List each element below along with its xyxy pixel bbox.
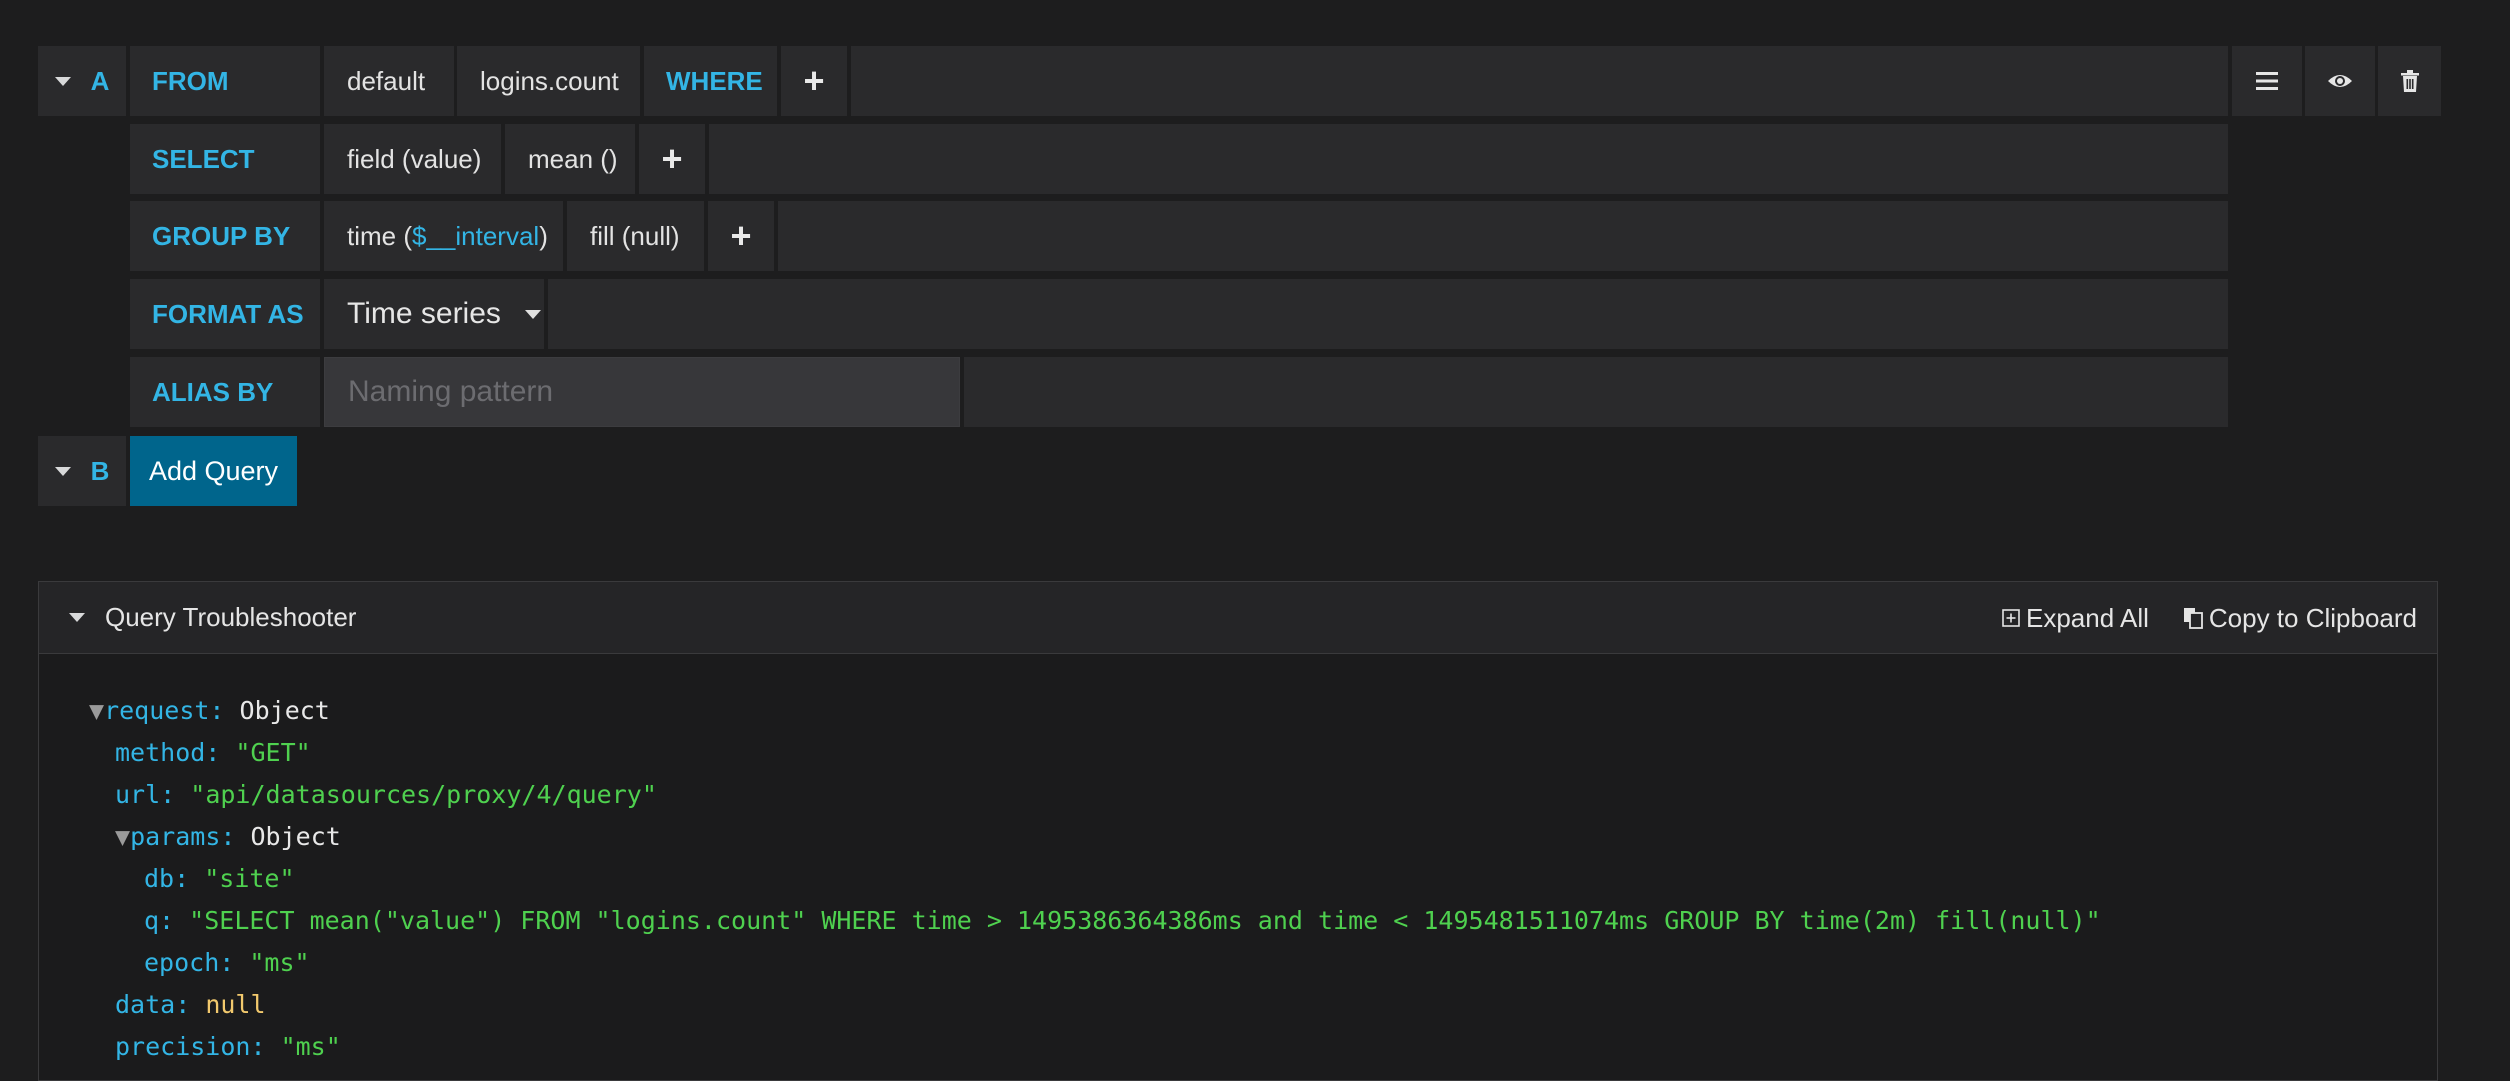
select-row-filler — [709, 124, 2228, 194]
format-row-filler — [548, 279, 2228, 349]
caret-down-icon — [54, 76, 71, 86]
tree-key: request: — [104, 696, 225, 725]
tree-key: data: — [115, 990, 191, 1019]
alias-by-keyword: ALIAS BY — [130, 357, 320, 427]
tree-value: "api/datasources/proxy/4/query" — [190, 780, 657, 809]
group-time-prefix: time ( — [347, 220, 412, 251]
select-keyword: SELECT — [130, 124, 320, 194]
query-a-ref-id: A — [90, 65, 110, 96]
from-row-filler — [851, 46, 2228, 116]
expanded-triangle-icon[interactable]: ▼ — [89, 696, 104, 725]
interval-variable: $__interval — [412, 220, 540, 251]
clipboard-icon — [2183, 608, 2203, 629]
eye-icon — [2328, 75, 2352, 87]
tree-line-epoch: epoch: "ms" — [89, 942, 2101, 984]
tree-value: "site" — [204, 864, 295, 893]
add-where-button[interactable]: + — [781, 46, 847, 116]
group-by-keyword: GROUP BY — [130, 201, 320, 271]
caret-down-icon — [69, 613, 85, 622]
format-as-keyword: FORMAT AS — [130, 279, 320, 349]
tree-line-db: db: "site" — [89, 858, 2101, 900]
hamburger-icon — [2256, 72, 2278, 90]
query-b-ref-id: B — [90, 455, 110, 486]
group-by-row-filler — [778, 201, 2228, 271]
tree-line-q: q: "SELECT mean("value") FROM "logins.co… — [89, 900, 2101, 942]
expand-all-label: Expand All — [2026, 602, 2149, 633]
tree-value: "ms" — [280, 1032, 341, 1061]
tree-key: q: — [144, 906, 175, 935]
copy-to-clipboard-button[interactable]: Copy to Clipboard — [2183, 603, 2417, 634]
measurement-segment[interactable]: logins.count — [457, 46, 640, 116]
tree-key: url: — [115, 780, 176, 809]
tree-line-request[interactable]: ▼request: Object — [89, 690, 2101, 732]
plus-square-icon — [2002, 609, 2020, 627]
tree-key: params: — [130, 822, 236, 851]
expanded-triangle-icon[interactable]: ▼ — [115, 822, 130, 851]
expand-all-button[interactable]: Expand All — [2002, 603, 2149, 634]
tree-line-precision: precision: "ms" — [89, 1026, 2101, 1068]
tree-key: db: — [144, 864, 190, 893]
tree-value: "ms" — [249, 948, 310, 977]
chevron-down-icon — [524, 309, 541, 319]
select-aggregation-segment[interactable]: mean () — [505, 124, 635, 194]
select-field-segment[interactable]: field (value) — [324, 124, 501, 194]
query-menu-button[interactable] — [2232, 46, 2302, 116]
group-time-suffix: ) — [539, 220, 548, 251]
delete-query-button[interactable] — [2378, 46, 2441, 116]
toggle-query-visibility-button[interactable] — [2305, 46, 2375, 116]
alias-pattern-input[interactable]: Naming pattern — [324, 357, 960, 427]
troubleshooter-header[interactable]: Query Troubleshooter Expand All Copy to … — [39, 582, 2437, 654]
tree-line-data: data: null — [89, 984, 2101, 1026]
add-select-button[interactable]: + — [639, 124, 705, 194]
tree-key: method: — [115, 738, 221, 767]
query-b-collapse-toggle[interactable]: B — [38, 436, 126, 506]
add-group-by-button[interactable]: + — [708, 201, 774, 271]
tree-key: epoch: — [144, 948, 235, 977]
copy-to-clipboard-label: Copy to Clipboard — [2208, 602, 2417, 633]
tree-value: Object — [250, 822, 341, 851]
policy-segment[interactable]: default — [324, 46, 454, 116]
format-as-select[interactable]: Time series — [324, 279, 544, 349]
troubleshooter-title: Query Troubleshooter — [105, 602, 357, 632]
where-keyword[interactable]: WHERE — [644, 46, 777, 116]
tree-value: null — [205, 990, 266, 1019]
tree-line-params[interactable]: ▼params: Object — [89, 816, 2101, 858]
format-as-value: Time series — [347, 297, 501, 330]
tree-value: "SELECT mean("value") FROM "logins.count… — [189, 906, 2101, 935]
group-by-fill-segment[interactable]: fill (null) — [567, 201, 704, 271]
add-query-button[interactable]: Add Query — [130, 436, 297, 506]
tree-key: precision: — [115, 1032, 266, 1061]
alias-row-filler — [964, 357, 2228, 427]
trash-icon — [2400, 70, 2419, 92]
caret-down-icon — [54, 466, 71, 476]
tree-value: Object — [239, 696, 330, 725]
query-a-collapse-toggle[interactable]: A — [38, 46, 126, 116]
query-troubleshooter-panel: Query Troubleshooter Expand All Copy to … — [38, 581, 2438, 1081]
tree-line-method: method: "GET" — [89, 732, 2101, 774]
tree-value: "GET" — [235, 738, 311, 767]
group-by-time-segment[interactable]: time ($__interval) — [324, 201, 563, 271]
from-keyword: FROM — [130, 46, 320, 116]
troubleshooter-actions: Expand All Copy to Clipboard — [2002, 582, 2417, 654]
response-tree: ▼request: Object method: "GET" url: "api… — [89, 690, 2101, 1068]
tree-line-url: url: "api/datasources/proxy/4/query" — [89, 774, 2101, 816]
